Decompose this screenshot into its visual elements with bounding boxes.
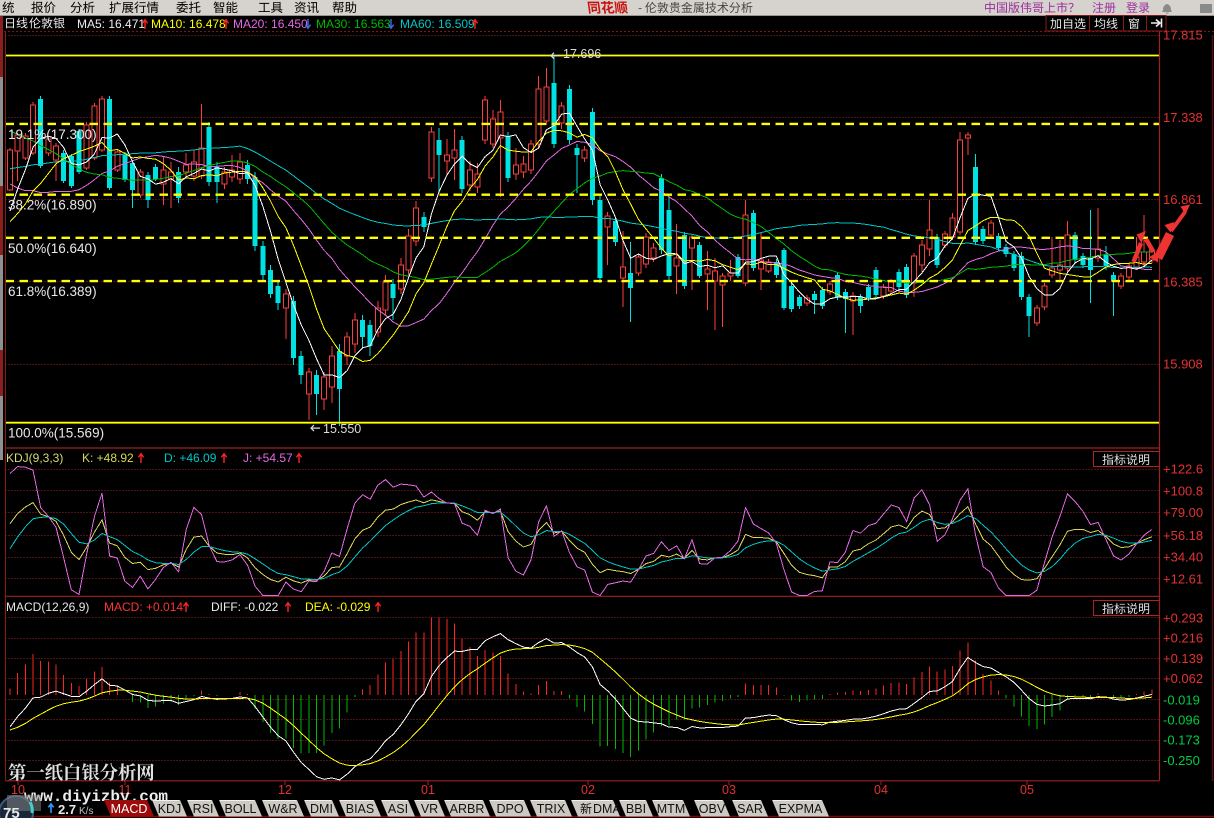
svg-text:-0.250: -0.250 — [1163, 753, 1200, 768]
svg-text:+0.139: +0.139 — [1163, 651, 1203, 666]
svg-text:+0.293: +0.293 — [1163, 610, 1203, 625]
svg-text:+0.216: +0.216 — [1163, 631, 1203, 646]
svg-text:16.861: 16.861 — [1163, 192, 1203, 207]
svg-text:KDJ(9,3,3): KDJ(9,3,3) — [6, 451, 63, 465]
svg-text:RSI: RSI — [193, 802, 214, 816]
svg-text:+0.062: +0.062 — [1163, 671, 1203, 686]
svg-text:MACD: +0.014: MACD: +0.014 — [104, 600, 183, 614]
svg-text:05: 05 — [1020, 783, 1034, 797]
svg-text:MA60: 16.509: MA60: 16.509 — [400, 17, 475, 31]
svg-text:BOLL: BOLL — [225, 802, 257, 816]
svg-text:MA10: 16.478: MA10: 16.478 — [151, 17, 226, 31]
svg-text:BBI: BBI — [626, 802, 646, 816]
svg-text:19.1%(17.300): 19.1%(17.300) — [8, 127, 97, 142]
svg-text:61.8%(16.389): 61.8%(16.389) — [8, 284, 97, 299]
svg-text:BIAS: BIAS — [346, 802, 375, 816]
svg-text:MACD(12,26,9): MACD(12,26,9) — [6, 600, 89, 614]
svg-text:01: 01 — [421, 783, 435, 797]
svg-text:02: 02 — [581, 783, 595, 797]
svg-text:38.2%(16.890): 38.2%(16.890) — [8, 198, 97, 213]
svg-text:12: 12 — [278, 783, 292, 797]
svg-text:+122.6: +122.6 — [1163, 462, 1203, 477]
svg-text:J: +54.57: J: +54.57 — [243, 451, 293, 465]
svg-text:MA30: 16.563: MA30: 16.563 — [316, 17, 391, 31]
svg-text:-0.096: -0.096 — [1163, 713, 1200, 728]
svg-text:KDJ: KDJ — [158, 802, 182, 816]
svg-text:W&R: W&R — [268, 802, 297, 816]
svg-text:DIFF: -0.022: DIFF: -0.022 — [211, 600, 279, 614]
svg-text:03: 03 — [722, 783, 736, 797]
svg-text:2.7: 2.7 — [58, 802, 76, 817]
svg-text:K/s: K/s — [79, 806, 93, 817]
svg-text:+12.61: +12.61 — [1163, 572, 1203, 587]
svg-text:D: +46.09: D: +46.09 — [164, 451, 217, 465]
svg-text:K: +48.92: K: +48.92 — [82, 451, 134, 465]
svg-text:16.385: 16.385 — [1163, 274, 1203, 289]
svg-text:MACD: MACD — [111, 802, 148, 816]
svg-text:+34.40: +34.40 — [1163, 550, 1203, 565]
svg-text:MTM: MTM — [657, 802, 685, 816]
svg-text:ASI: ASI — [388, 802, 408, 816]
svg-text:MA5: 16.471: MA5: 16.471 — [77, 17, 145, 31]
svg-text:50.0%(16.640): 50.0%(16.640) — [8, 241, 97, 256]
svg-text:15.550: 15.550 — [323, 422, 361, 436]
svg-text:DPO: DPO — [496, 802, 523, 816]
svg-text:100.0%(15.569): 100.0%(15.569) — [8, 426, 104, 441]
svg-text:75: 75 — [3, 805, 20, 818]
svg-text:OBV: OBV — [699, 802, 726, 816]
svg-text:04: 04 — [874, 783, 888, 797]
svg-text:MA20: 16.450: MA20: 16.450 — [233, 17, 308, 31]
svg-text:TRIX: TRIX — [537, 802, 566, 816]
svg-text:DEA: -0.029: DEA: -0.029 — [305, 600, 371, 614]
svg-text:17.696: 17.696 — [563, 47, 601, 61]
svg-text:10: 10 — [11, 783, 25, 797]
svg-text:EXPMA: EXPMA — [779, 802, 823, 816]
svg-text:VR: VR — [421, 802, 438, 816]
svg-text:17.815: 17.815 — [1163, 28, 1203, 43]
svg-text:ARBR: ARBR — [450, 802, 485, 816]
svg-text:+56.18: +56.18 — [1163, 528, 1203, 543]
svg-text:+100.8: +100.8 — [1163, 483, 1203, 498]
svg-text:DMI: DMI — [310, 802, 333, 816]
svg-text:SAR: SAR — [737, 802, 763, 816]
svg-text:DMA: DMA — [593, 802, 621, 816]
svg-text:+79.00: +79.00 — [1163, 505, 1203, 520]
svg-text:15.908: 15.908 — [1163, 357, 1203, 372]
svg-text:-0.173: -0.173 — [1163, 733, 1200, 748]
svg-text:-0.019: -0.019 — [1163, 692, 1200, 707]
svg-text:17.338: 17.338 — [1163, 110, 1203, 125]
